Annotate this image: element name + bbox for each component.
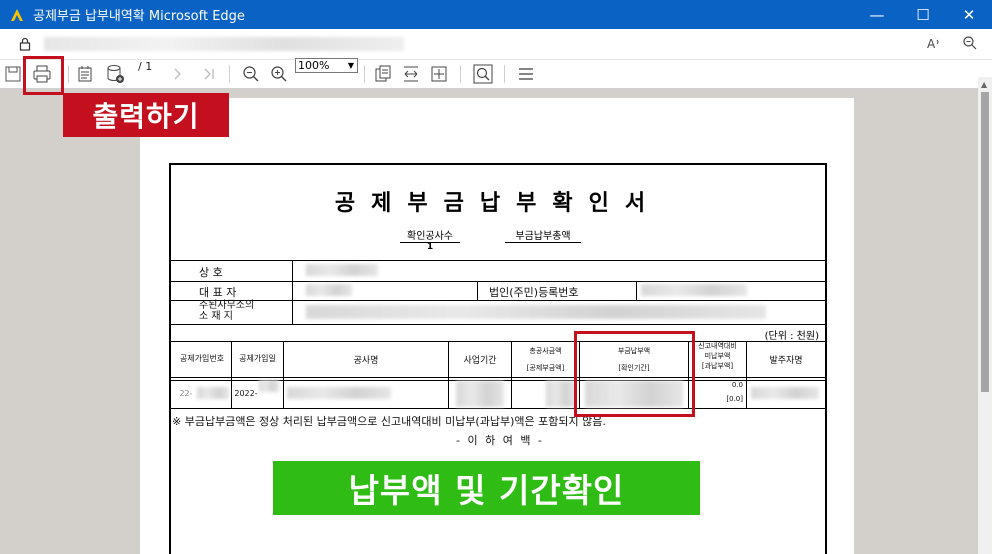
scroll-up-icon[interactable]: ▲ [981, 80, 987, 89]
header-diff-2: 미납부액 [704, 352, 731, 360]
zoom-out-icon[interactable] [240, 63, 262, 85]
fit-page-icon[interactable] [372, 63, 394, 85]
zoom-value: 100% [298, 59, 330, 72]
zoom-select[interactable]: 100% ▼ [295, 58, 358, 73]
representative-value [306, 284, 352, 296]
header-diff-1: 신고내역대비 [698, 342, 737, 350]
representative-label: 대 표 자 [199, 286, 237, 299]
menu-icon[interactable] [515, 63, 537, 85]
print-button-highlight [23, 56, 64, 95]
svg-text:A: A [927, 37, 936, 51]
address-bar: A [0, 29, 992, 60]
table-line [231, 341, 232, 408]
row-amount-blur [546, 381, 576, 407]
row-contract-no: 22- [179, 389, 193, 398]
maximize-button[interactable]: ☐ [900, 0, 946, 29]
table-line [171, 300, 825, 301]
table-line [171, 377, 825, 378]
notes-icon[interactable] [74, 63, 96, 85]
zoom-in-icon[interactable] [268, 63, 290, 85]
pdf-toolbar: / 1 [0, 60, 992, 89]
scrollbar-thumb[interactable] [981, 92, 989, 392]
table-line [171, 281, 825, 282]
address-label-bottom: 소 재 지 [199, 311, 233, 322]
address-value [306, 305, 766, 319]
document-note: ※ 부금납부금액은 정상 처리된 납부금액으로 신고내역대비 미납부(과납부)액… [172, 415, 606, 428]
header-client: 발주자명 [769, 356, 803, 366]
table-line [477, 281, 478, 300]
table-line [171, 408, 825, 409]
actual-size-icon[interactable] [428, 63, 450, 85]
last-page-icon[interactable] [198, 63, 220, 85]
header-diff-3: [과납부액] [701, 362, 734, 370]
read-aloud-icon[interactable]: A [926, 35, 942, 51]
next-page-icon[interactable] [166, 63, 188, 85]
url-field[interactable] [44, 37, 404, 51]
fit-width-icon[interactable] [400, 63, 422, 85]
row-diff-top: 0.0 [731, 381, 743, 389]
row-contract-date: 2022- [234, 389, 258, 398]
lock-icon[interactable] [18, 37, 32, 51]
table-line [283, 341, 284, 408]
confirm-banner: 납부액 및 기간확인 [273, 461, 700, 515]
database-icon[interactable] [104, 63, 126, 85]
table-line [171, 324, 825, 325]
find-icon[interactable] [472, 63, 494, 85]
window-titlebar: 공제부금 납부내역확 Microsoft Edge — ☐ ✕ [0, 0, 992, 29]
header-amount-bottom: [공제부금액] [526, 364, 565, 372]
table-line [636, 281, 637, 300]
toolbar-divider [364, 65, 365, 83]
row-client-blur [751, 387, 819, 399]
header-amount-top: 총공사금액 [529, 347, 562, 355]
summary-value-count: 1 [426, 242, 434, 252]
paid-amount-highlight [574, 331, 695, 417]
header-contract-no: 공제가입번호 [179, 354, 225, 363]
row-project-name-blur [287, 387, 391, 399]
row-contract-date-blur [259, 380, 279, 392]
table-line [171, 260, 825, 261]
unit-label: (단위 : 천원) [764, 331, 819, 342]
company-value [306, 264, 378, 276]
minimize-button[interactable]: — [854, 0, 900, 29]
toolbar-divider [229, 65, 230, 83]
page-indicator: / 1 [138, 60, 153, 73]
address-label-top: 주된사무소의 [199, 300, 255, 311]
table-line [292, 260, 293, 324]
toolbar-divider [68, 65, 69, 83]
table-line [746, 341, 747, 408]
toolbar-divider [504, 65, 505, 83]
header-contract-date: 공제가입일 [239, 354, 276, 363]
end-of-document-text: - 이 하 여 백 - [456, 434, 544, 447]
vertical-scrollbar[interactable]: ▲ [978, 77, 992, 554]
table-line [448, 341, 449, 408]
print-annotation-label: 출력하기 [63, 93, 229, 137]
window-title: 공제부금 납부내역확 Microsoft Edge [33, 9, 245, 24]
header-project-name: 공사명 [353, 356, 379, 366]
header-period: 사업기간 [463, 356, 497, 366]
summary-label-total: 부금납부총액 [505, 227, 581, 243]
zoom-search-icon[interactable] [962, 35, 978, 51]
save-icon[interactable] [2, 63, 24, 85]
summary-label-count: 확인공사수 [400, 227, 460, 243]
row-period-blur [456, 381, 504, 407]
document-title: 공제부금납부확인서 [334, 191, 662, 216]
toolbar-divider [460, 65, 461, 83]
row-contract-no-blur [197, 387, 229, 399]
registration-number-value [641, 284, 747, 296]
chevron-down-icon: ▼ [347, 61, 354, 70]
registration-number-label: 법인(주민)등록번호 [489, 286, 579, 299]
company-label: 상 호 [199, 266, 223, 279]
row-diff-bottom: [0.0] [726, 395, 743, 403]
close-button[interactable]: ✕ [946, 0, 992, 29]
pdf-app-icon [11, 8, 23, 21]
